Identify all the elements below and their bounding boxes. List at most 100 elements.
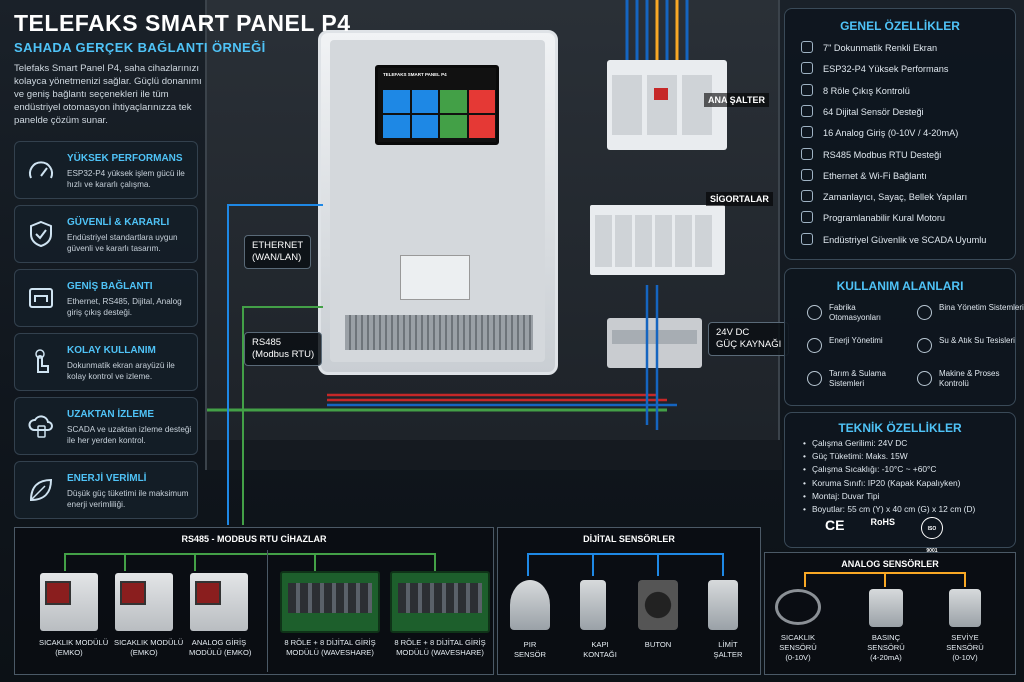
general-feature-item: Programlanabilir Kural Motoru — [801, 211, 946, 224]
feature-card: UZAKTAN İZLEME SCADA ve uzaktan izleme de… — [14, 397, 198, 455]
cert-row: CE RoHS ISO 9001 — [825, 517, 943, 554]
feature-title: GENİŞ BAĞLANTI — [67, 281, 153, 292]
device-label: LİMİT ŞALTER — [713, 640, 743, 659]
device-label: BASINÇ SENSÖRÜ (4-20mA) — [867, 633, 905, 662]
pir-sensor-image — [510, 580, 550, 630]
technical-spec-item: Güç Tüketimi: Maks. 15W — [803, 451, 908, 461]
feature-card: ENERJİ VERİMLİ Düşük güç tüketimi ile mak… — [14, 461, 198, 519]
feature-bullet-icon — [801, 104, 813, 117]
rs485-section-title: RS485 - MODBUS RTU CİHAZLAR — [181, 534, 327, 544]
feature-title: GÜVENLİ & KARARLI — [67, 217, 170, 228]
device-image-1 — [40, 573, 98, 631]
general-feature-label: Programlanabilir Kural Motoru — [823, 213, 946, 224]
feature-desc: SCADA ve uzaktan izleme desteği ile her … — [67, 425, 192, 445]
divider — [267, 550, 268, 672]
technical-panel: TEKNİK ÖZELLİKLER Çalışma Gerilimi: 24V … — [784, 412, 1016, 554]
general-feature-label: Endüstriyel Güvenlik ve SCADA Uyumlu — [823, 234, 987, 245]
usage-area-label: Tarım & Sulama Sistemleri — [829, 369, 886, 388]
cert-logo: RoHS — [870, 517, 895, 527]
device-image-2 — [115, 573, 173, 631]
speedometer-icon — [27, 156, 55, 184]
cert-logo: CE — [825, 517, 845, 533]
feature-bullet-icon — [801, 211, 813, 224]
device-image-3 — [190, 573, 248, 631]
touch-screen[interactable]: TELEFAKS SMART PANEL P4 — [375, 65, 499, 145]
screen-tile[interactable] — [440, 90, 467, 113]
page-subtitle: SAHADA GERÇEK BAĞLANTI ÖRNEĞİ — [14, 40, 266, 55]
general-feature-label: 64 Dijital Sensör Desteği — [823, 106, 924, 117]
feature-bullet-icon — [801, 41, 813, 53]
screen-tile[interactable] — [383, 115, 410, 138]
general-feature-label: 8 Röle Çıkış Kontrolü — [823, 85, 910, 96]
analog-bus — [804, 572, 966, 587]
screen-tile[interactable] — [468, 115, 495, 138]
screen-tile[interactable] — [411, 115, 438, 138]
usage-area-item: Fabrika Otomasyonları — [807, 303, 882, 323]
usage-area-label: Fabrika Otomasyonları — [829, 303, 882, 322]
page-title: TELEFAKS SMART PANEL P4 — [14, 10, 351, 36]
screen-tile[interactable] — [411, 90, 438, 113]
feature-desc: Düşük güç tüketimi ile maksimum enerji v… — [67, 489, 189, 509]
digital-bus — [527, 553, 724, 576]
limit-switch-image — [708, 580, 738, 630]
panel-breaker — [400, 255, 470, 300]
screen-tile[interactable] — [440, 115, 467, 138]
screen-tile[interactable] — [383, 90, 410, 113]
feature-title: ENERJİ VERİMLİ — [67, 473, 147, 484]
usage-area-item: Bina Yönetim Sistemleri — [917, 303, 1024, 320]
device-image-4 — [280, 571, 380, 633]
door-contact-image — [580, 580, 606, 630]
usage-area-label: Su & Atık Su Tesisleri — [939, 336, 1015, 345]
usage-area-label: Bina Yönetim Sistemleri — [939, 303, 1024, 312]
device-label: BUTON — [644, 640, 672, 649]
device-image-5 — [390, 571, 490, 633]
fuses-label: SİGORTALAR — [706, 192, 773, 206]
general-feature-item: RS485 Modbus RTU Desteği — [801, 147, 942, 160]
psu-label: 24V DC GÜÇ KAYNAĞI — [708, 322, 790, 356]
feature-bullet-icon — [801, 147, 813, 160]
general-feature-label: Zamanlayıcı, Sayaç, Bellek Yapıları — [823, 192, 968, 203]
screen-title: TELEFAKS SMART PANEL P4 — [383, 72, 447, 77]
cert-logo: ISO 9001 — [920, 517, 943, 554]
general-features-title: GENEL ÖZELLİKLER — [840, 19, 960, 33]
main-switch-label: ANA ŞALTER — [704, 93, 769, 107]
device-label: SICAKLIK MODÜLÜ (EMKO) — [114, 638, 184, 657]
ethernet-port-icon — [27, 284, 55, 312]
feature-bullet-icon — [801, 62, 813, 75]
screen-tile[interactable] — [468, 90, 495, 113]
usage-area-icon — [917, 338, 932, 353]
analog-section-title: ANALOG SENSÖRLER — [841, 559, 939, 569]
field-wires — [227, 204, 323, 525]
device-label: PIR SENSÖR — [513, 640, 547, 659]
general-features-panel: GENEL ÖZELLİKLER 7" Dokunmatik Renkli Ek… — [784, 8, 1016, 260]
leaf-icon — [27, 476, 55, 504]
technical-spec-item: Çalışma Sıcaklığı: -10°C ~ +60°C — [803, 464, 936, 474]
general-feature-label: RS485 Modbus RTU Desteği — [823, 149, 942, 160]
usage-area-icon — [807, 338, 822, 353]
feature-card: YÜKSEK PERFORMANS ESP32-P4 yüksek işlem g… — [14, 141, 198, 199]
screen-tiles — [383, 90, 495, 138]
device-label: SEVİYE SENSÖRÜ (0-10V) — [946, 633, 984, 662]
technical-spec-item: Montaj: Duvar Tipi — [803, 491, 880, 501]
technical-spec-item: Çalışma Gerilimi: 24V DC — [803, 438, 907, 448]
feature-desc: Ethernet, RS485, Dijital, Analog giriş ç… — [67, 297, 182, 317]
usage-area-label: Makine & Proses Kontrolü — [939, 369, 1000, 388]
usage-area-item: Enerji Yönetimi — [807, 336, 883, 353]
feature-bullet-icon — [801, 190, 813, 203]
button-image — [638, 580, 678, 630]
technical-spec-item: Koruma Sınıfı: IP20 (Kapak Kapalıyken) — [803, 478, 961, 488]
usage-areas-panel: KULLANIM ALANLARI Fabrika Otomasyonları B… — [784, 268, 1024, 406]
general-feature-item: 7" Dokunmatik Renkli Ekran — [801, 41, 937, 53]
pressure-sensor-image — [869, 589, 903, 627]
feature-bullet-icon — [801, 168, 813, 181]
feature-title: UZAKTAN İZLEME — [67, 409, 155, 420]
feature-bullet-icon — [801, 83, 813, 96]
usage-area-item: Tarım & Sulama Sistemleri — [807, 369, 886, 389]
technical-spec-item: Boyutlar: 55 cm (Y) x 40 cm (G) x 12 cm … — [803, 504, 975, 514]
usage-area-icon — [807, 305, 822, 320]
feature-desc: Dokunmatik ekran arayüzü ile kolay kontr… — [67, 361, 175, 381]
general-feature-label: ESP32-P4 Yüksek Performans — [823, 64, 949, 75]
feature-card: KOLAY KULLANIM Dokunmatik ekran arayüzü i… — [14, 333, 198, 391]
usage-area-icon — [917, 305, 932, 320]
general-feature-item: Endüstriyel Güvenlik ve SCADA Uyumlu — [801, 232, 987, 245]
